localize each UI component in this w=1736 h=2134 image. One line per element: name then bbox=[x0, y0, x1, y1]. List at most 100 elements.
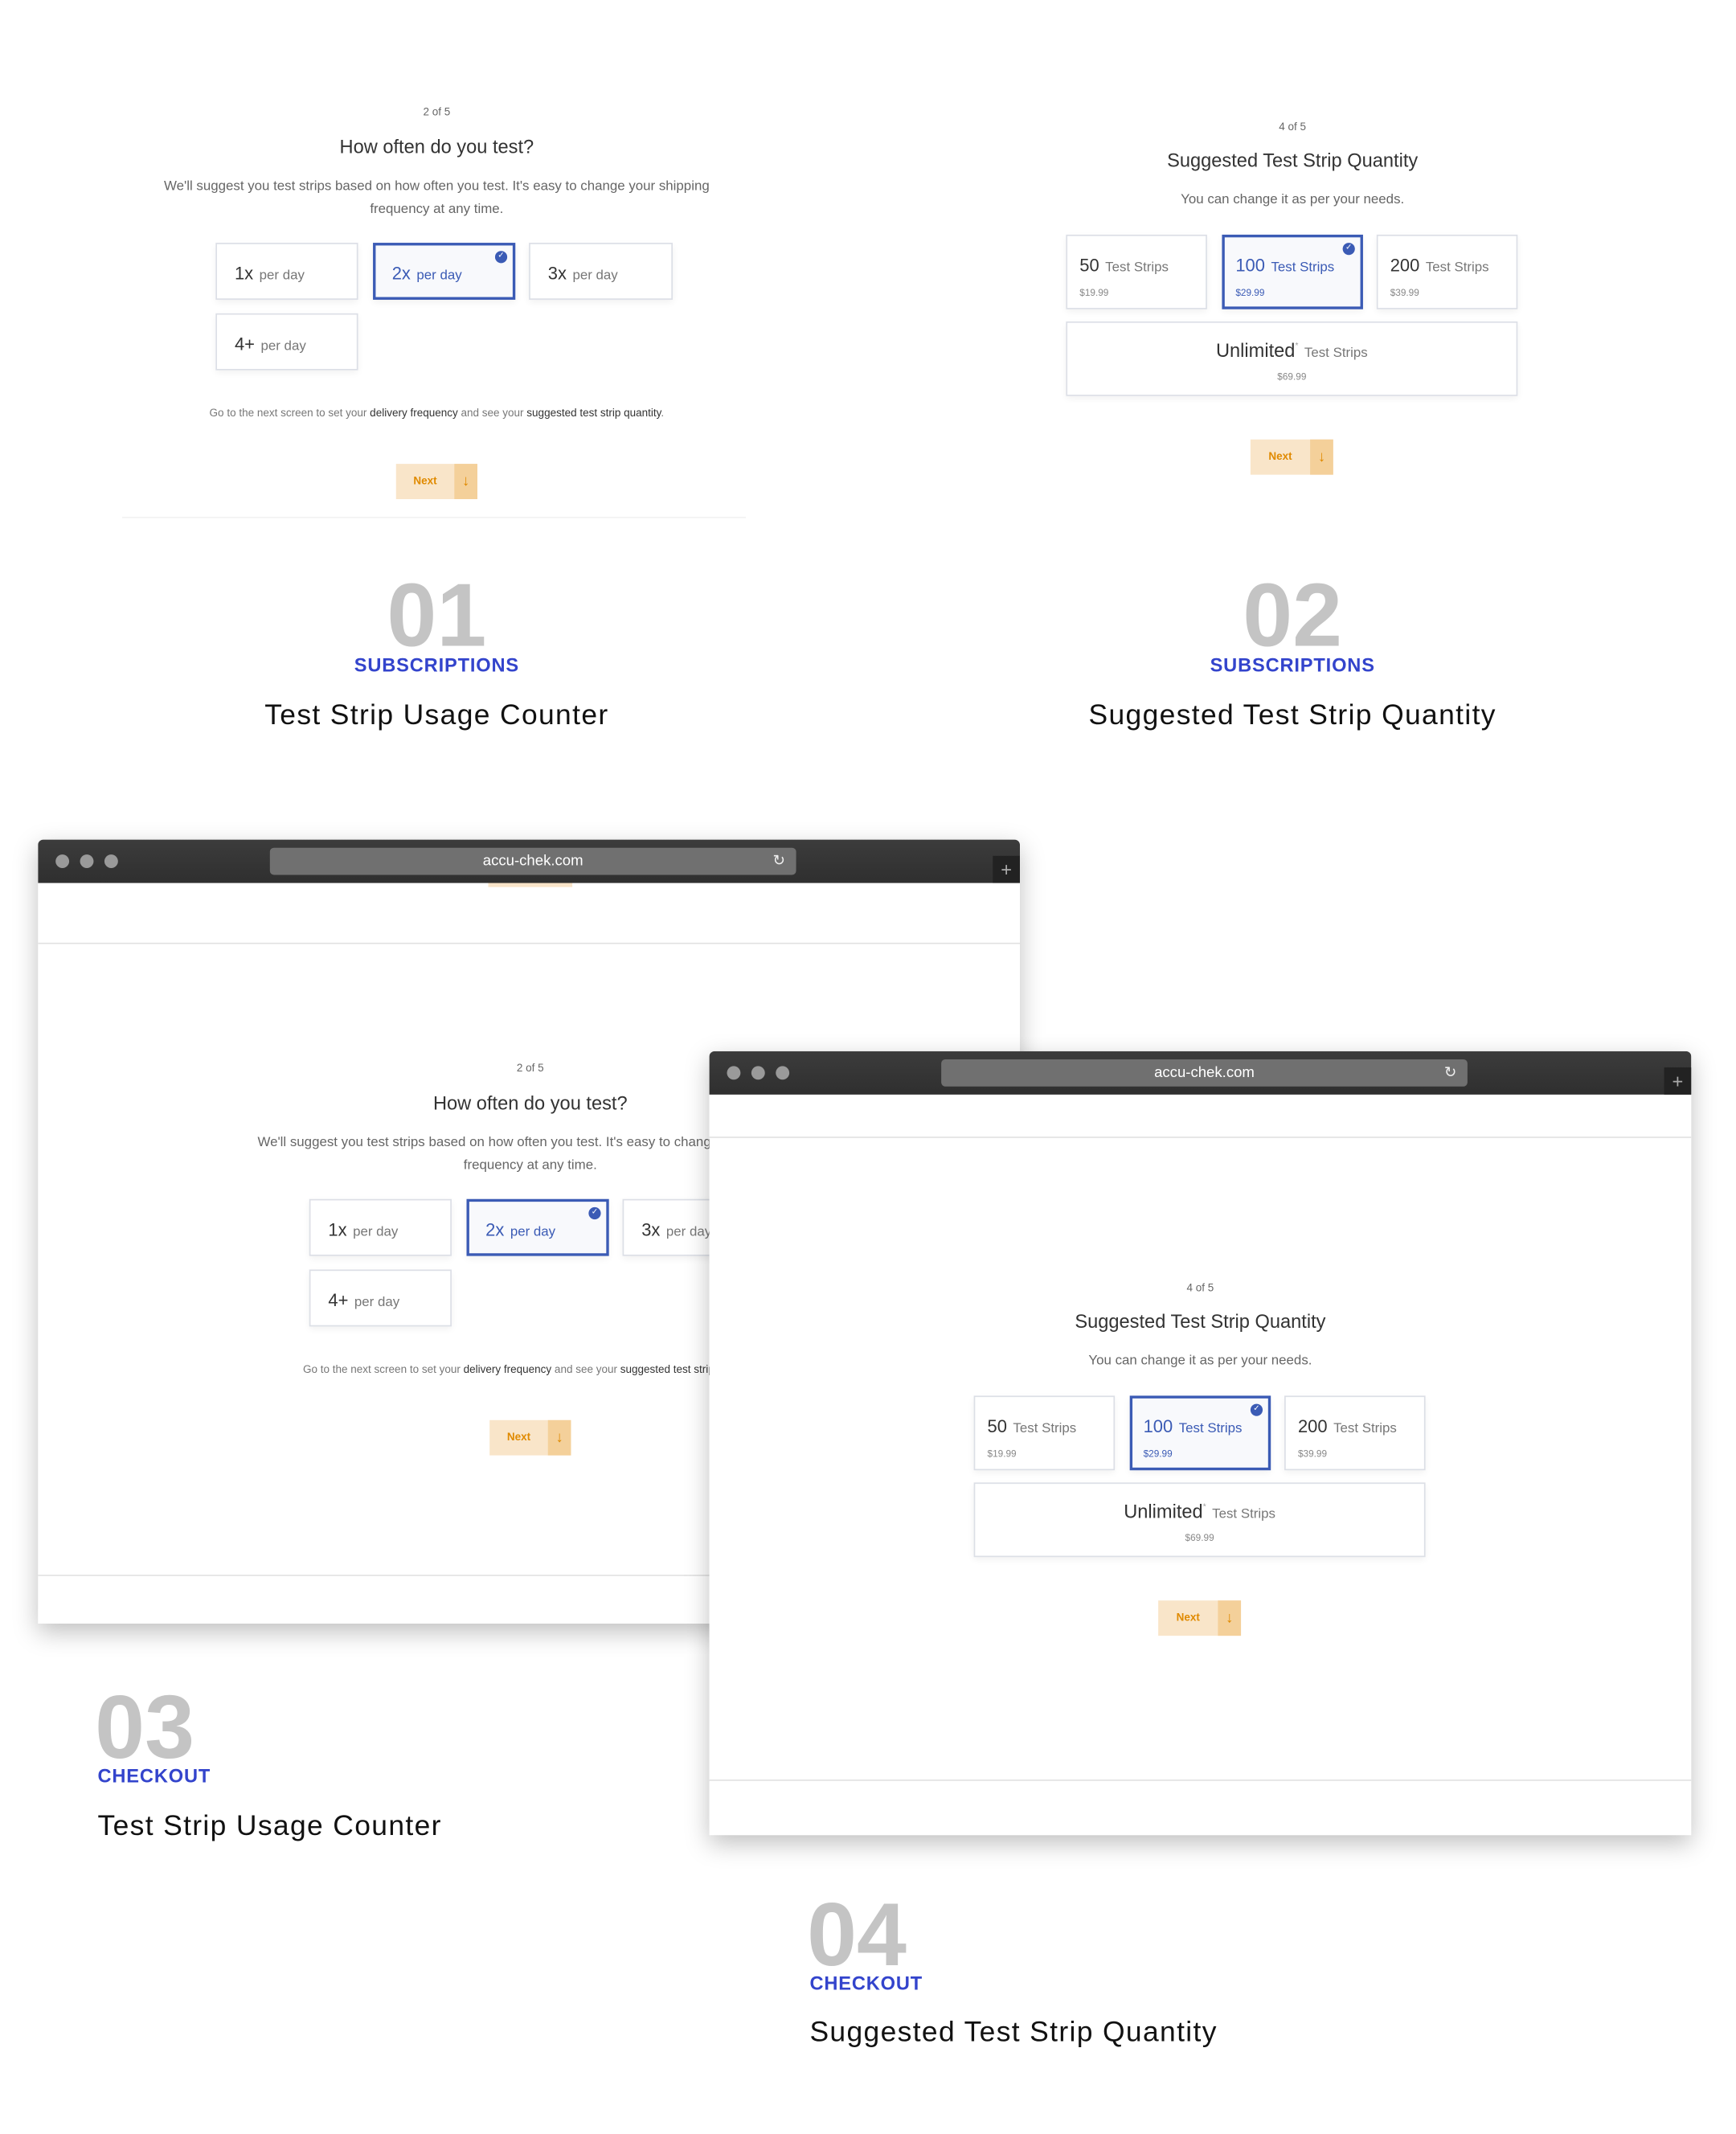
quantity-screen: 4 of 5 Suggested Test Strip Quantity You… bbox=[1044, 109, 1541, 489]
option-4plus[interactable]: 4+ per day bbox=[215, 313, 358, 371]
option-1x[interactable]: 1x per day bbox=[215, 243, 358, 300]
browser-toolbar: accu-chek.com ↻ + bbox=[709, 1051, 1692, 1095]
screen-subtitle: You can change it as per your needs. bbox=[1088, 1354, 1312, 1369]
section-title: Suggested Test Strip Quantity bbox=[809, 2017, 1218, 2049]
next-button[interactable]: Next ↓ bbox=[1250, 439, 1333, 475]
option-unit: Test Strips bbox=[1212, 1506, 1275, 1522]
next-button[interactable]: Next ↓ bbox=[489, 1419, 571, 1456]
option-100-strips[interactable]: 100 Test Strips $29.99 ✓ bbox=[1129, 1395, 1271, 1471]
option-unit: per day bbox=[572, 268, 618, 284]
option-unit: Test Strips bbox=[1304, 346, 1368, 361]
asterisk: * bbox=[1295, 342, 1299, 351]
option-count: Unlimited bbox=[1124, 1500, 1203, 1522]
window-close-dot[interactable] bbox=[727, 1066, 741, 1080]
reload-icon[interactable]: ↻ bbox=[1444, 1059, 1457, 1087]
arrow-down-icon: ↓ bbox=[454, 464, 477, 499]
option-value: 4+ bbox=[234, 334, 255, 354]
reload-icon[interactable]: ↻ bbox=[773, 848, 786, 875]
option-value: 3x bbox=[547, 263, 567, 284]
option-count: 100 bbox=[1143, 1415, 1173, 1437]
option-100-strips[interactable]: 100 Test Strips $29.99 ✓ bbox=[1222, 234, 1363, 309]
next-button[interactable]: Next ↓ bbox=[1158, 1600, 1242, 1636]
next-button[interactable]: Next ↓ bbox=[395, 464, 477, 499]
option-unit: per day bbox=[416, 268, 462, 284]
browser-window-checkout-quantity: accu-chek.com ↻ + 4 of 5 Suggested Test S… bbox=[709, 1051, 1692, 1836]
option-unit: Test Strips bbox=[1271, 260, 1335, 276]
screen-subtitle: You can change it as per your needs. bbox=[1181, 192, 1405, 208]
option-price: $19.99 bbox=[987, 1449, 1017, 1460]
option-count: 50 bbox=[1079, 255, 1099, 276]
option-2x[interactable]: 2x per day ✓ bbox=[466, 1198, 609, 1256]
option-50-strips[interactable]: 50 Test Strips $19.99 bbox=[1066, 234, 1207, 309]
divider bbox=[709, 1780, 1692, 1781]
address-bar[interactable]: accu-chek.com ↻ bbox=[941, 1059, 1468, 1087]
option-count: Unlimited bbox=[1215, 338, 1296, 361]
arrow-down-icon: ↓ bbox=[1310, 439, 1333, 475]
option-price: $39.99 bbox=[1390, 289, 1419, 299]
option-200-strips[interactable]: 200 Test Strips $39.99 bbox=[1376, 234, 1518, 309]
option-1x[interactable]: 1x per day bbox=[309, 1198, 452, 1256]
arrow-down-icon: ↓ bbox=[1218, 1600, 1242, 1636]
option-unit: Test Strips bbox=[1105, 260, 1169, 276]
section-title: Suggested Test Strip Quantity bbox=[1088, 699, 1496, 731]
option-unit: Test Strips bbox=[1178, 1421, 1243, 1437]
option-unit: per day bbox=[353, 1224, 399, 1240]
address-bar[interactable]: accu-chek.com ↻ bbox=[269, 847, 796, 875]
option-unlimited-strips[interactable]: Unlimited* Test Strips $69.99 bbox=[973, 1482, 1426, 1558]
option-count: 50 bbox=[987, 1415, 1007, 1437]
option-unit: per day bbox=[510, 1224, 556, 1240]
url-text: accu-chek.com bbox=[1154, 1064, 1255, 1081]
new-tab-icon[interactable]: + bbox=[1664, 1067, 1692, 1095]
section-category: CHECKOUT bbox=[97, 1764, 211, 1787]
option-4plus[interactable]: 4+ per day bbox=[309, 1269, 452, 1327]
case-study-board: 2 of 5 How often do you test? We'll sugg… bbox=[0, 0, 1736, 2133]
divider bbox=[38, 942, 1020, 944]
option-unit: Test Strips bbox=[1333, 1421, 1397, 1437]
option-count: 200 bbox=[1297, 1415, 1328, 1437]
screen-title: Suggested Test Strip Quantity bbox=[1075, 1310, 1326, 1333]
screen-title: Suggested Test Strip Quantity bbox=[1167, 149, 1419, 171]
footer-note: Go to the next screen to set your delive… bbox=[209, 407, 665, 420]
option-count: 200 bbox=[1390, 255, 1420, 276]
section-title: Test Strip Usage Counter bbox=[97, 1810, 442, 1842]
divider bbox=[121, 516, 747, 518]
option-price: $69.99 bbox=[1185, 1534, 1214, 1544]
window-close-dot[interactable] bbox=[55, 854, 70, 868]
step-indicator: 2 of 5 bbox=[423, 105, 451, 118]
option-count: 100 bbox=[1235, 255, 1265, 276]
screen-description: We'll suggest you test strips based on h… bbox=[164, 178, 710, 217]
option-value: 1x bbox=[234, 263, 254, 284]
option-price: $69.99 bbox=[1277, 373, 1307, 383]
arrow-down-icon: ↓ bbox=[547, 1419, 571, 1456]
window-minimize-dot[interactable] bbox=[80, 854, 94, 868]
option-value: 1x bbox=[328, 1219, 347, 1240]
window-maximize-dot[interactable] bbox=[104, 854, 118, 868]
next-label: Next bbox=[506, 1431, 531, 1444]
window-minimize-dot[interactable] bbox=[751, 1066, 765, 1080]
check-icon: ✓ bbox=[494, 251, 508, 264]
option-value: 2x bbox=[485, 1219, 505, 1240]
section-number: 03 bbox=[95, 1676, 195, 1777]
option-price: $19.99 bbox=[1079, 289, 1109, 299]
section-number: 01 bbox=[387, 564, 487, 665]
option-50-strips[interactable]: 50 Test Strips $19.99 bbox=[973, 1395, 1116, 1471]
next-label: Next bbox=[1268, 450, 1292, 463]
option-2x[interactable]: 2x per day ✓ bbox=[373, 243, 516, 300]
option-unlimited-strips[interactable]: Unlimited* Test Strips $69.99 bbox=[1066, 321, 1518, 396]
window-maximize-dot[interactable] bbox=[776, 1066, 790, 1080]
divider bbox=[709, 1137, 1692, 1138]
check-icon: ✓ bbox=[1342, 243, 1355, 256]
option-unit: Test Strips bbox=[1425, 260, 1489, 276]
quantity-screen: 4 of 5 Suggested Test Strip Quantity You… bbox=[952, 1270, 1449, 1650]
option-3x[interactable]: 3x per day bbox=[529, 243, 673, 300]
asterisk: * bbox=[1202, 1503, 1206, 1513]
option-200-strips[interactable]: 200 Test Strips $39.99 bbox=[1284, 1395, 1426, 1471]
section-category: CHECKOUT bbox=[809, 1972, 923, 1994]
step-indicator: 4 of 5 bbox=[1279, 121, 1307, 133]
section-number: 02 bbox=[1243, 564, 1343, 665]
new-tab-icon[interactable]: + bbox=[993, 855, 1020, 883]
option-unit: per day bbox=[260, 338, 306, 354]
option-price: $29.99 bbox=[1143, 1449, 1173, 1460]
section-category: SUBSCRIPTIONS bbox=[354, 653, 519, 676]
option-value: 2x bbox=[391, 263, 411, 284]
